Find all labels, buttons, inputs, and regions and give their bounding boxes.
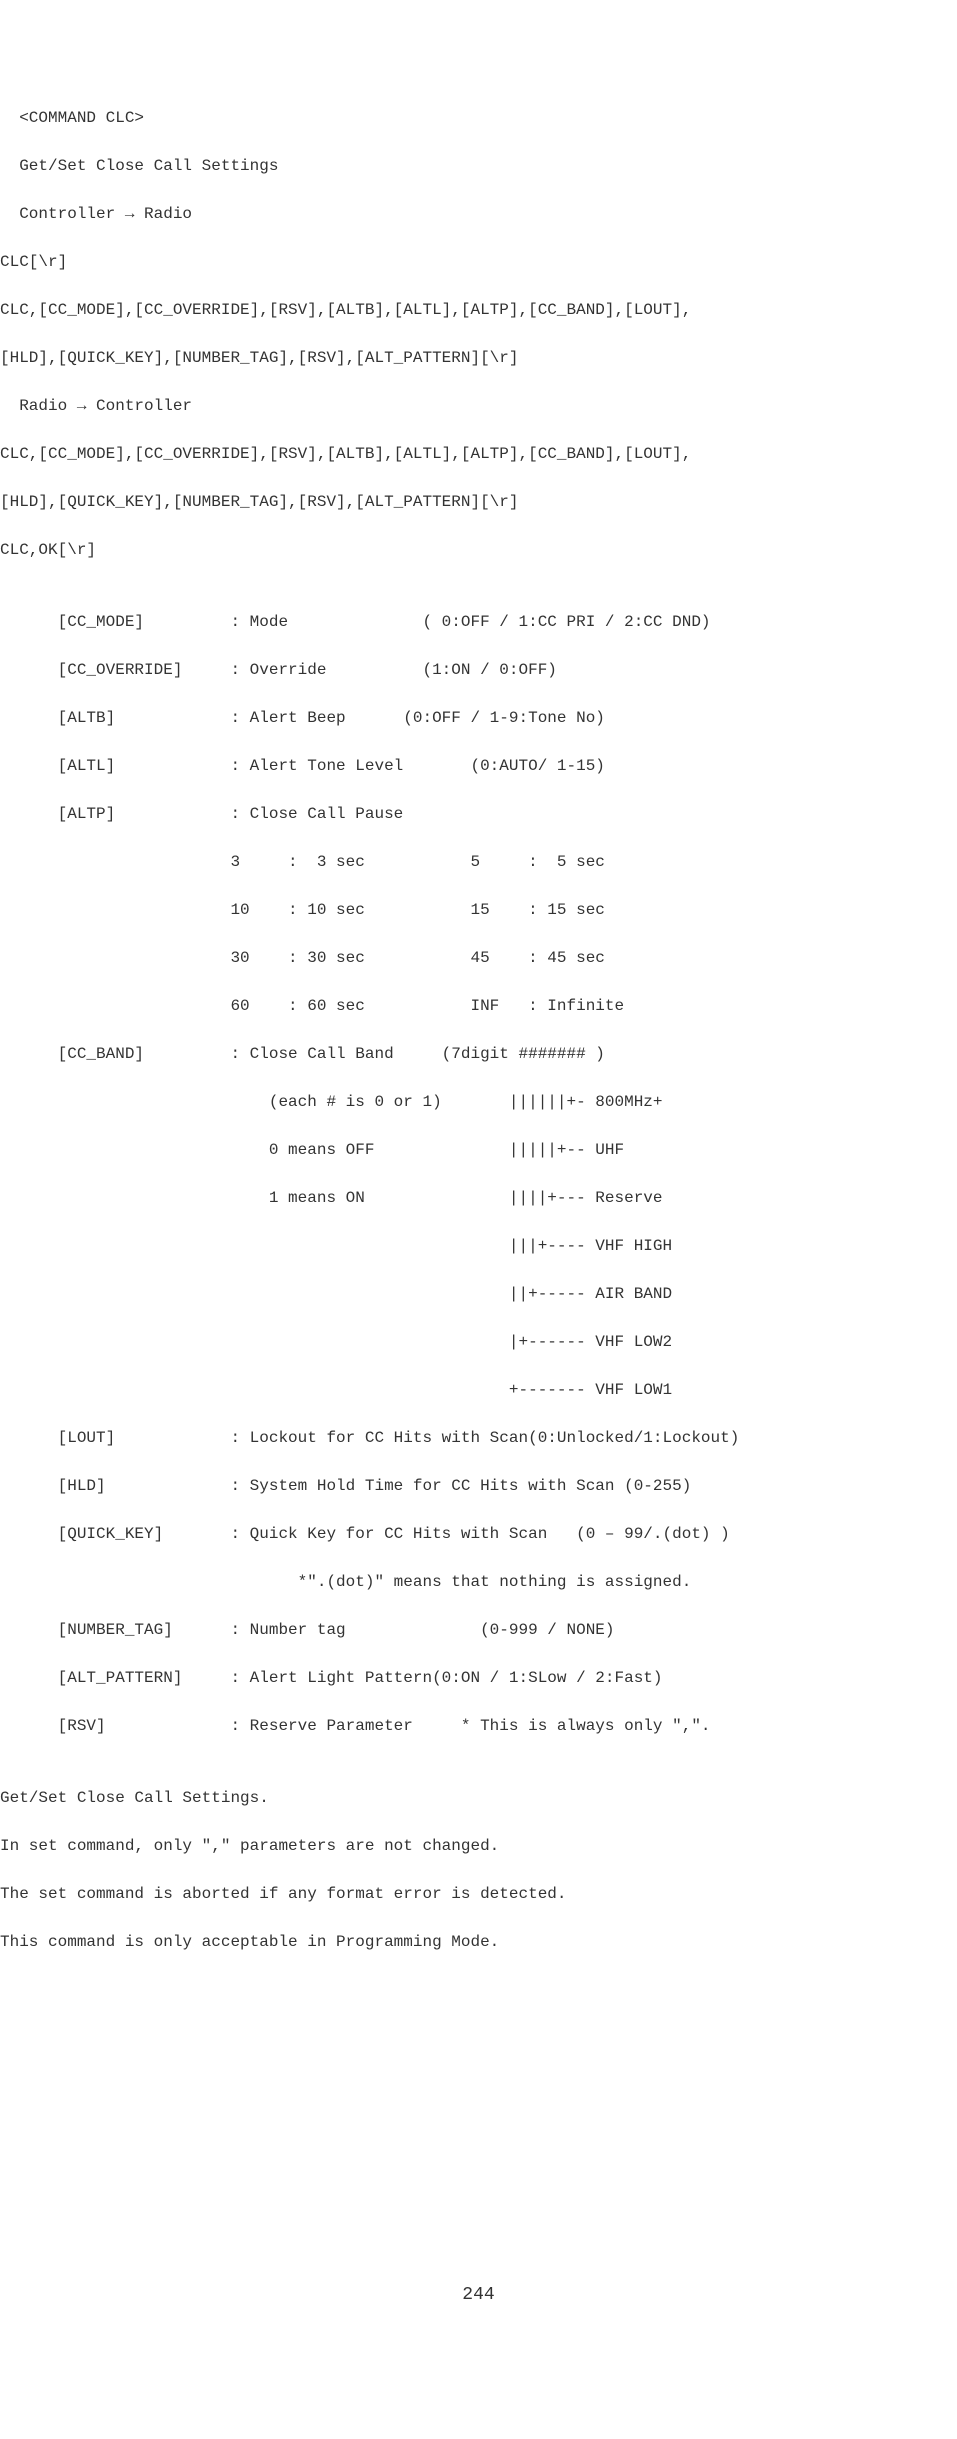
request-line-1: CLC[\r] (0, 250, 957, 274)
param-band-3: 1 means ON ||||+--- Reserve (0, 1186, 957, 1210)
page-number: 244 (0, 2282, 957, 2309)
response-line-3: CLC,OK[\r] (0, 538, 957, 562)
param-cc-mode: [CC_MODE] : Mode ( 0:OFF / 1:CC PRI / 2:… (0, 610, 957, 634)
param-quick-key: [QUICK_KEY] : Quick Key for CC Hits with… (0, 1522, 957, 1546)
param-lout: [LOUT] : Lockout for CC Hits with Scan(0… (0, 1426, 957, 1450)
param-altl: [ALTL] : Alert Tone Level (0:AUTO/ 1-15) (0, 754, 957, 778)
param-quick-key-note: *".(dot)" means that nothing is assigned… (0, 1570, 957, 1594)
param-altp-values-3: 30 : 30 sec 45 : 45 sec (0, 946, 957, 970)
param-rsv: [RSV] : Reserve Parameter * This is alwa… (0, 1714, 957, 1738)
param-band-2: 0 means OFF |||||+-- UHF (0, 1138, 957, 1162)
note-4: This command is only acceptable in Progr… (0, 1930, 957, 1954)
param-band-1: (each # is 0 or 1) ||||||+- 800MHz+ (0, 1090, 957, 1114)
param-band-6: |+------ VHF LOW2 (0, 1330, 957, 1354)
controller-to-radio-label: Controller → Radio (0, 202, 957, 226)
radio-to-controller-label: Radio → Controller (0, 394, 957, 418)
param-cc-override: [CC_OVERRIDE] : Override (1:ON / 0:OFF) (0, 658, 957, 682)
request-line-2: CLC,[CC_MODE],[CC_OVERRIDE],[RSV],[ALTB]… (0, 298, 957, 322)
request-line-3: [HLD],[QUICK_KEY],[NUMBER_TAG],[RSV],[AL… (0, 346, 957, 370)
note-2: In set command, only "," parameters are … (0, 1834, 957, 1858)
param-altb: [ALTB] : Alert Beep (0:OFF / 1-9:Tone No… (0, 706, 957, 730)
param-number-tag: [NUMBER_TAG] : Number tag (0-999 / NONE) (0, 1618, 957, 1642)
param-hld: [HLD] : System Hold Time for CC Hits wit… (0, 1474, 957, 1498)
param-alt-pattern: [ALT_PATTERN] : Alert Light Pattern(0:ON… (0, 1666, 957, 1690)
param-cc-band: [CC_BAND] : Close Call Band (7digit ####… (0, 1042, 957, 1066)
note-3: The set command is aborted if any format… (0, 1882, 957, 1906)
response-line-2: [HLD],[QUICK_KEY],[NUMBER_TAG],[RSV],[AL… (0, 490, 957, 514)
param-altp: [ALTP] : Close Call Pause (0, 802, 957, 826)
param-altp-values-2: 10 : 10 sec 15 : 15 sec (0, 898, 957, 922)
param-band-5: ||+----- AIR BAND (0, 1282, 957, 1306)
command-title: Get/Set Close Call Settings (0, 154, 957, 178)
response-line-1: CLC,[CC_MODE],[CC_OVERRIDE],[RSV],[ALTB]… (0, 442, 957, 466)
param-band-7: +------- VHF LOW1 (0, 1378, 957, 1402)
param-altp-values-1: 3 : 3 sec 5 : 5 sec (0, 850, 957, 874)
note-1: Get/Set Close Call Settings. (0, 1786, 957, 1810)
param-altp-values-4: 60 : 60 sec INF : Infinite (0, 994, 957, 1018)
command-header: <COMMAND CLC> (0, 106, 957, 130)
param-band-4: |||+---- VHF HIGH (0, 1234, 957, 1258)
